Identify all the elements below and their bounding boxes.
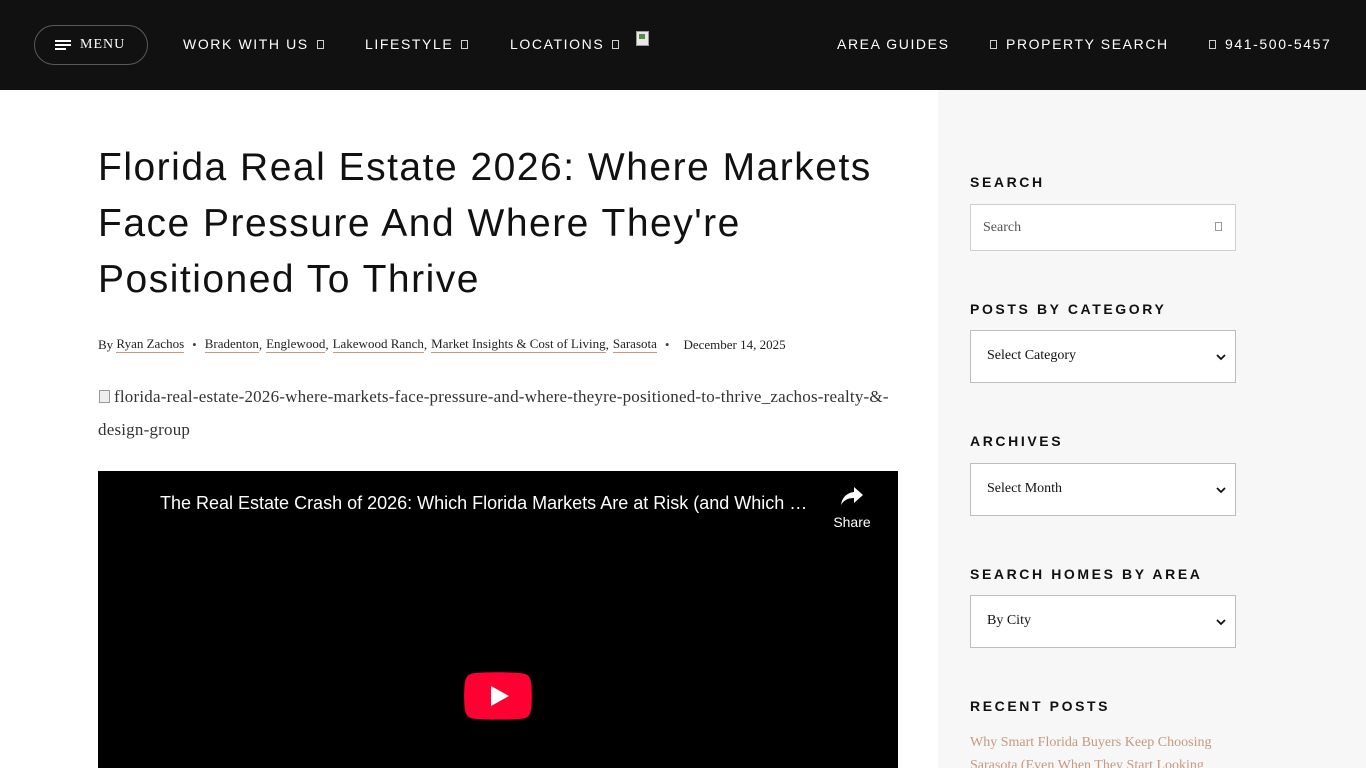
nav-property-search-label: PROPERTY SEARCH: [1006, 36, 1169, 52]
archives-select[interactable]: Select Month: [970, 463, 1236, 516]
search-widget-title: SEARCH: [970, 174, 1045, 190]
sidebar: [938, 90, 1366, 768]
meta-separator: •: [192, 336, 197, 352]
menu-button[interactable]: MENU: [34, 25, 148, 65]
featured-image-alt: florida-real-estate-2026-where-markets-f…: [98, 387, 889, 439]
broken-image-icon: [98, 390, 112, 404]
recent-posts-widget-title: RECENT POSTS: [970, 698, 1111, 714]
nav-work-with-us-label: WORK WITH US: [183, 36, 309, 52]
share-label: Share: [833, 514, 871, 530]
share-button[interactable]: Share: [828, 485, 876, 530]
sidebar-search: [970, 204, 1236, 251]
broken-logo-icon[interactable]: [636, 31, 652, 47]
meta-separator: •: [664, 336, 670, 352]
nav-area-guides-label: AREA GUIDES: [837, 36, 950, 52]
youtube-video-embed[interactable]: The Real Estate Crash of 2026: Which Flo…: [98, 471, 898, 768]
category-select[interactable]: Select Category: [970, 330, 1236, 383]
featured-image: florida-real-estate-2026-where-markets-f…: [98, 380, 898, 446]
dropdown-caret-icon: [316, 39, 324, 49]
area-widget-title: SEARCH HOMES BY AREA: [970, 566, 1203, 582]
nav-phone-label: 941-500-5457: [1225, 36, 1332, 52]
menu-label: MENU: [80, 37, 126, 52]
area-select[interactable]: By City: [970, 595, 1236, 648]
nav-lifestyle[interactable]: LIFESTYLE: [365, 36, 469, 52]
hamburger-icon: [55, 40, 71, 50]
category-link-lakewood-ranch[interactable]: Lakewood Ranch: [332, 336, 424, 353]
chevron-down-icon: [1216, 487, 1226, 494]
search-icon[interactable]: [1215, 222, 1222, 231]
site-header: MENU WORK WITH US LIFESTYLE LOCATIONS AR…: [0, 0, 1366, 90]
chevron-down-icon: [1216, 619, 1226, 626]
post-meta: By Ryan Zachos • Bradenton, Englewood, L…: [98, 336, 786, 353]
nav-lifestyle-label: LIFESTYLE: [365, 36, 454, 52]
area-select-value: By City: [987, 613, 1031, 628]
category-link-englewood[interactable]: Englewood: [266, 336, 326, 353]
category-link-bradenton[interactable]: Bradenton: [204, 336, 259, 353]
author-link[interactable]: Ryan Zachos: [116, 336, 185, 353]
search-input[interactable]: [971, 205, 1201, 250]
archives-select-value: Select Month: [987, 481, 1063, 496]
post-date: December 14, 2025: [683, 336, 786, 352]
nav-locations[interactable]: LOCATIONS: [510, 36, 620, 52]
archives-widget-title: ARCHIVES: [970, 433, 1064, 449]
recent-post-link[interactable]: Why Smart Florida Buyers Keep Choosing S…: [970, 731, 1250, 768]
category-select-value: Select Category: [987, 348, 1077, 363]
search-icon: [990, 39, 997, 49]
category-link-sarasota[interactable]: Sarasota: [612, 336, 657, 353]
dropdown-caret-icon: [612, 39, 620, 49]
chevron-down-icon: [1216, 354, 1226, 361]
category-widget-title: POSTS BY CATEGORY: [970, 301, 1167, 317]
nav-locations-label: LOCATIONS: [510, 36, 605, 52]
nav-phone[interactable]: 941-500-5457: [1209, 36, 1331, 52]
share-icon: [841, 487, 863, 505]
youtube-play-icon[interactable]: [464, 672, 532, 720]
nav-area-guides[interactable]: AREA GUIDES: [837, 36, 950, 52]
nav-property-search[interactable]: PROPERTY SEARCH: [990, 36, 1169, 52]
category-link-market-insights[interactable]: Market Insights & Cost of Living: [431, 336, 606, 353]
meta-by-label: By: [98, 336, 114, 352]
video-title[interactable]: The Real Estate Crash of 2026: Which Flo…: [160, 493, 815, 514]
dropdown-caret-icon: [461, 39, 469, 49]
nav-work-with-us[interactable]: WORK WITH US: [183, 36, 324, 52]
phone-icon: [1209, 39, 1216, 49]
post-title: Florida Real Estate 2026: Where Markets …: [98, 146, 872, 301]
